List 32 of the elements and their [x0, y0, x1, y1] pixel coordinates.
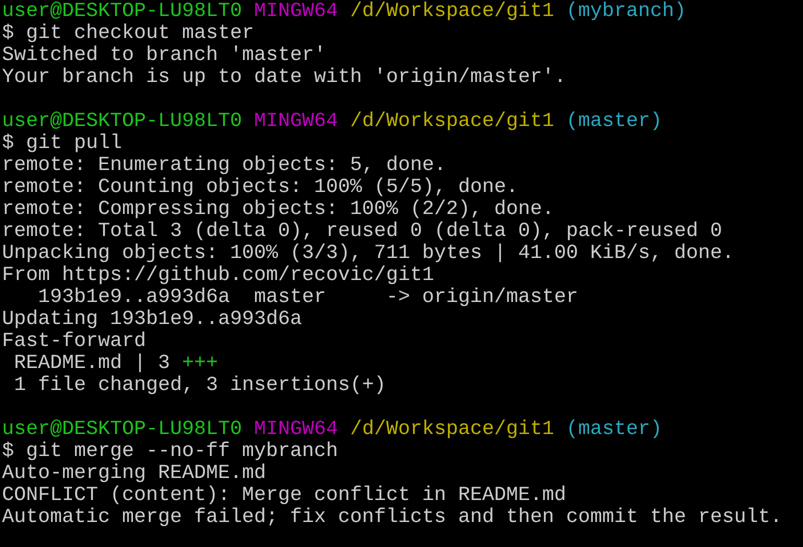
terminal-text: CONFLICT (content): Merge conflict in README.md [2, 485, 566, 507]
terminal-text: 1 file changed, 3 insertions(+) [13, 375, 386, 397]
terminal-text: +++ [182, 353, 218, 375]
terminal-text: (mybranch) [565, 1, 686, 23]
terminal-text: $ git pull [2, 133, 122, 155]
terminal-text: user@DESKTOP-LU98LT0 [2, 1, 242, 23]
terminal-text: MINGW64 [253, 111, 338, 133]
terminal-text: $ git merge --no-ff mybranch [2, 441, 338, 463]
terminal-text: From https://github.com/recovic/git1 [2, 265, 434, 287]
terminal-text: /d/Workspace/git1 [349, 1, 554, 23]
terminal-text: README.md | 3 [13, 353, 172, 375]
terminal-text: remote: Compressing objects: 100% (2/2), done. [2, 199, 554, 221]
terminal-text: /d/Workspace/git1 [349, 419, 554, 441]
terminal-text: (master) [565, 111, 662, 133]
terminal-text: Auto-merging README.md [2, 463, 266, 485]
terminal-text: remote: Total 3 (delta 0), reused 0 (delta 0), pack-reused 0 [2, 221, 722, 243]
terminal-text: remote: Counting objects: 100% (5/5), done. [2, 177, 518, 199]
terminal-text: 193b1e9..a993d6a master -> origin/master [37, 287, 578, 309]
terminal-text: MINGW64 [253, 1, 338, 23]
terminal-text: Fast-forward [2, 331, 146, 353]
terminal-text: Automatic merge failed; fix conflicts and then commit the result. [2, 507, 782, 529]
terminal-text: user@DESKTOP-LU98LT0 [2, 111, 242, 133]
terminal-text: Unpacking objects: 100% (3/3), 711 bytes | 41.00 KiB/s, done. [2, 243, 734, 265]
terminal-text: $ git checkout master [2, 23, 254, 45]
terminal-text: MINGW64 [253, 419, 338, 441]
terminal-text: remote: Enumerating objects: 5, done. [2, 155, 446, 177]
terminal-text: user@DESKTOP-LU98LT0 [2, 419, 242, 441]
terminal-text: (master) [565, 419, 662, 441]
terminal-text: Updating 193b1e9..a993d6a [2, 309, 302, 331]
terminal-text: Switched to branch 'master' [2, 45, 326, 67]
terminal-text: /d/Workspace/git1 [349, 111, 554, 133]
terminal-text: Your branch is up to date with 'origin/master'. [2, 67, 566, 89]
